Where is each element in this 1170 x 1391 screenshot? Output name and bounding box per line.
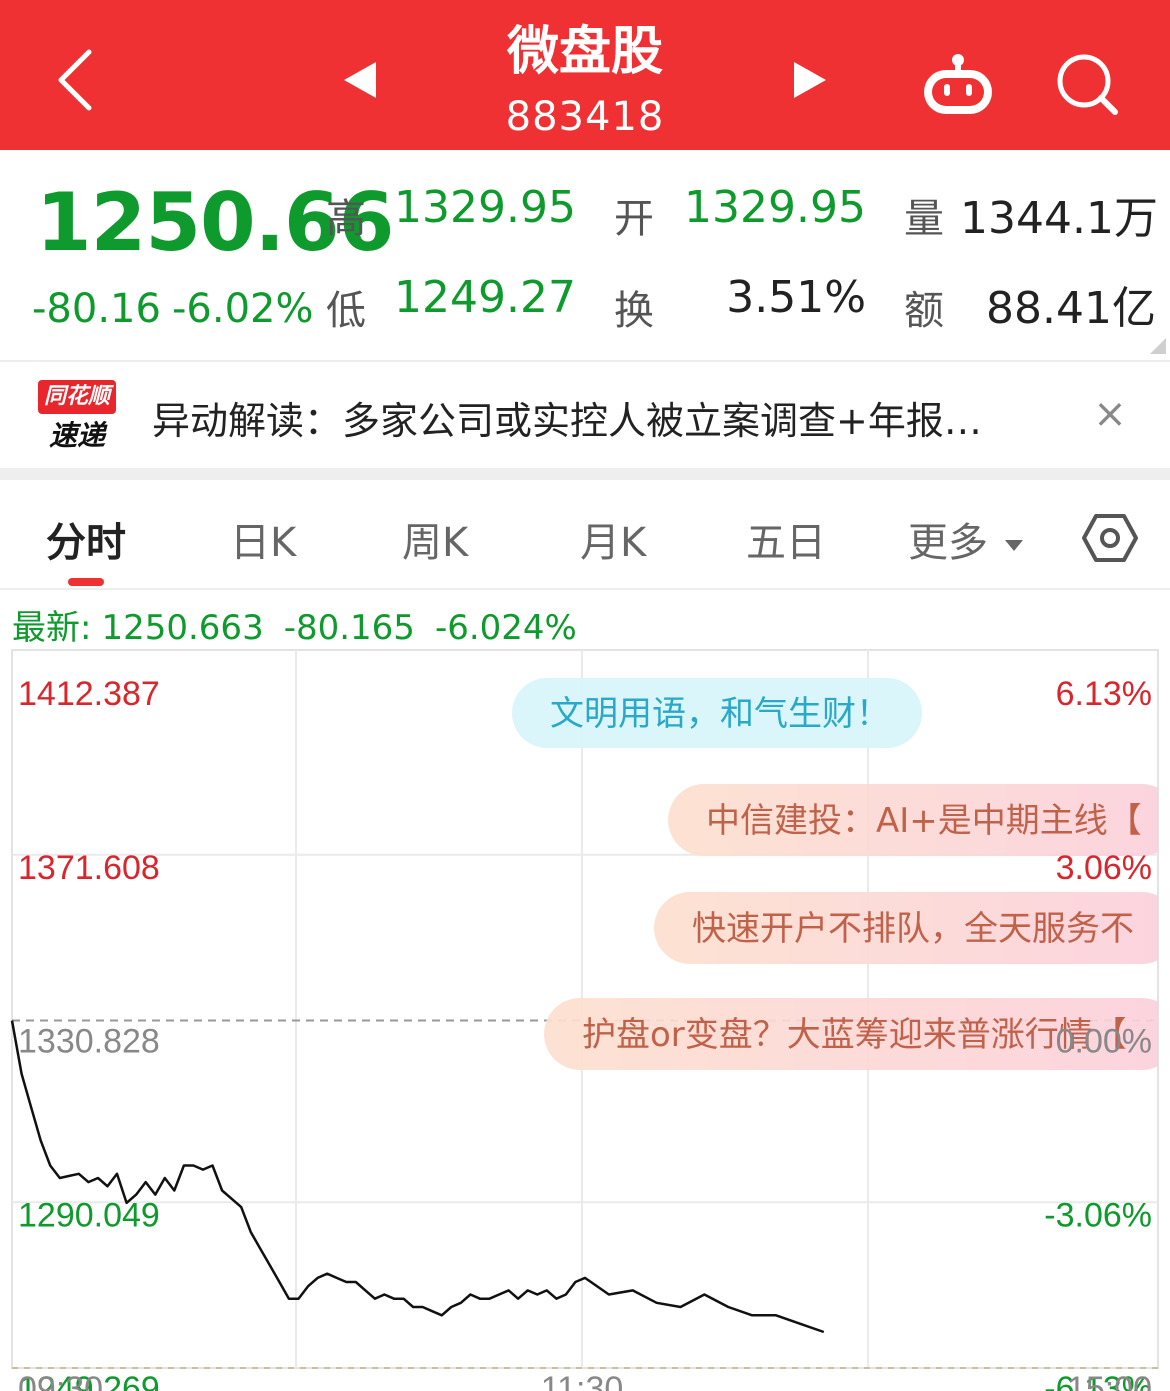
y-right-tick-label: 3.06%	[1056, 849, 1152, 887]
price-change: -80.16	[32, 286, 161, 332]
bubble-text: 文明用语，和气生财！	[550, 694, 890, 734]
prev-close-line	[12, 1019, 1158, 1369]
latest-change: -80.165	[283, 608, 415, 648]
expand-corner-icon[interactable]	[1150, 338, 1166, 354]
tab-five-day[interactable]: 五日	[746, 510, 826, 568]
y-left-tick-label: 1412.387	[18, 675, 160, 713]
x-tick-label: 09:30	[18, 1370, 103, 1391]
latest-price: 1250.663	[101, 608, 264, 648]
latest-pct: -6.024%	[434, 608, 577, 648]
chart-settings-button[interactable]	[1080, 508, 1140, 568]
quote-panel: 1250.66 -80.16 -6.02% 高 1329.95 开 1329.9…	[0, 150, 1170, 360]
next-stock-button[interactable]	[780, 50, 840, 110]
news-bar[interactable]: 同花顺 速递 异动解读：多家公司或实控人被立案调查+年报… ×	[0, 362, 1170, 468]
y-right-tick-label: 0.00%	[1056, 1023, 1152, 1061]
comment-bubble[interactable]: 中信建投：AI+是中期主线【	[668, 784, 1170, 856]
tab-monthly-k[interactable]: 月K	[580, 510, 646, 568]
robot-icon	[923, 54, 992, 114]
section-gap	[0, 468, 1170, 480]
y-left-tick-label: 1290.049	[18, 1196, 160, 1234]
open-label: 开	[614, 196, 654, 242]
ths-logo: 同花顺 速递	[38, 376, 116, 456]
next-triangle-icon	[794, 62, 826, 98]
turnover-label: 换	[614, 288, 654, 334]
y-left-tick-label: 1330.828	[18, 1023, 160, 1061]
bubble-text: 中信建投：AI+是中期主线【	[706, 801, 1142, 841]
tab-weekly-k[interactable]: 周K	[402, 510, 468, 568]
tab-more-label: 更多	[908, 520, 988, 566]
low-value: 1249.27	[394, 272, 576, 323]
high-value: 1329.95	[394, 182, 576, 233]
logo-bottom-text: 速递	[48, 419, 105, 452]
volume-value: 1344.1万	[960, 193, 1158, 244]
low-label: 低	[326, 288, 366, 334]
settings-hexagon-icon	[1082, 514, 1138, 562]
tab-more[interactable]: 更多	[908, 510, 1025, 568]
intraday-chart[interactable]: 文明用语，和气生财！ 中信建投：AI+是中期主线【快速开户不排队，全天服务不护盘o…	[0, 648, 1170, 1391]
tab-intraday[interactable]: 分时	[46, 510, 126, 568]
close-icon[interactable]: ×	[1090, 392, 1130, 436]
y-left-tick-label: 1371.608	[18, 849, 160, 887]
tab-daily-k[interactable]: 日K	[230, 510, 296, 568]
volume-label: 量	[904, 196, 944, 242]
bubble-text: 护盘or变盘？大蓝筹迎来普涨行情【	[582, 1015, 1127, 1055]
x-tick-label: 11:30	[541, 1370, 624, 1391]
search-icon	[1057, 54, 1118, 115]
open-value: 1329.95	[684, 182, 866, 233]
search-button[interactable]	[1045, 45, 1130, 125]
comment-bubble[interactable]: 文明用语，和气生财！	[512, 678, 922, 748]
x-tick-label: 15:00	[1067, 1370, 1152, 1391]
news-headline[interactable]: 异动解读：多家公司或实控人被立案调查+年报…	[152, 390, 982, 445]
turnover-value: 3.51%	[726, 272, 866, 323]
assistant-button[interactable]	[915, 45, 1000, 125]
latest-readout: 最新: 1250.663 -80.165 -6.024%	[12, 600, 597, 649]
caret-down-icon	[1004, 540, 1023, 551]
logo-top-text: 同花顺	[38, 380, 116, 414]
header-bar: 微盘股 883418	[0, 0, 1170, 150]
comment-bubble[interactable]: 快速开户不排队，全天服务不	[654, 892, 1170, 964]
divider	[0, 588, 1170, 590]
bubble-text: 快速开户不排队，全天服务不	[692, 909, 1134, 949]
price-change-pct: -6.02%	[172, 286, 314, 332]
chart-tabs: 分时 日K 周K 月K 五日 更多	[0, 480, 1170, 588]
latest-label: 最新:	[12, 608, 92, 648]
amount-label: 额	[904, 288, 944, 334]
amount-value: 88.41亿	[986, 283, 1156, 334]
y-right-tick-label: -3.06%	[1044, 1196, 1152, 1234]
y-right-tick-label: 6.13%	[1056, 675, 1152, 713]
high-label: 高	[326, 196, 366, 242]
